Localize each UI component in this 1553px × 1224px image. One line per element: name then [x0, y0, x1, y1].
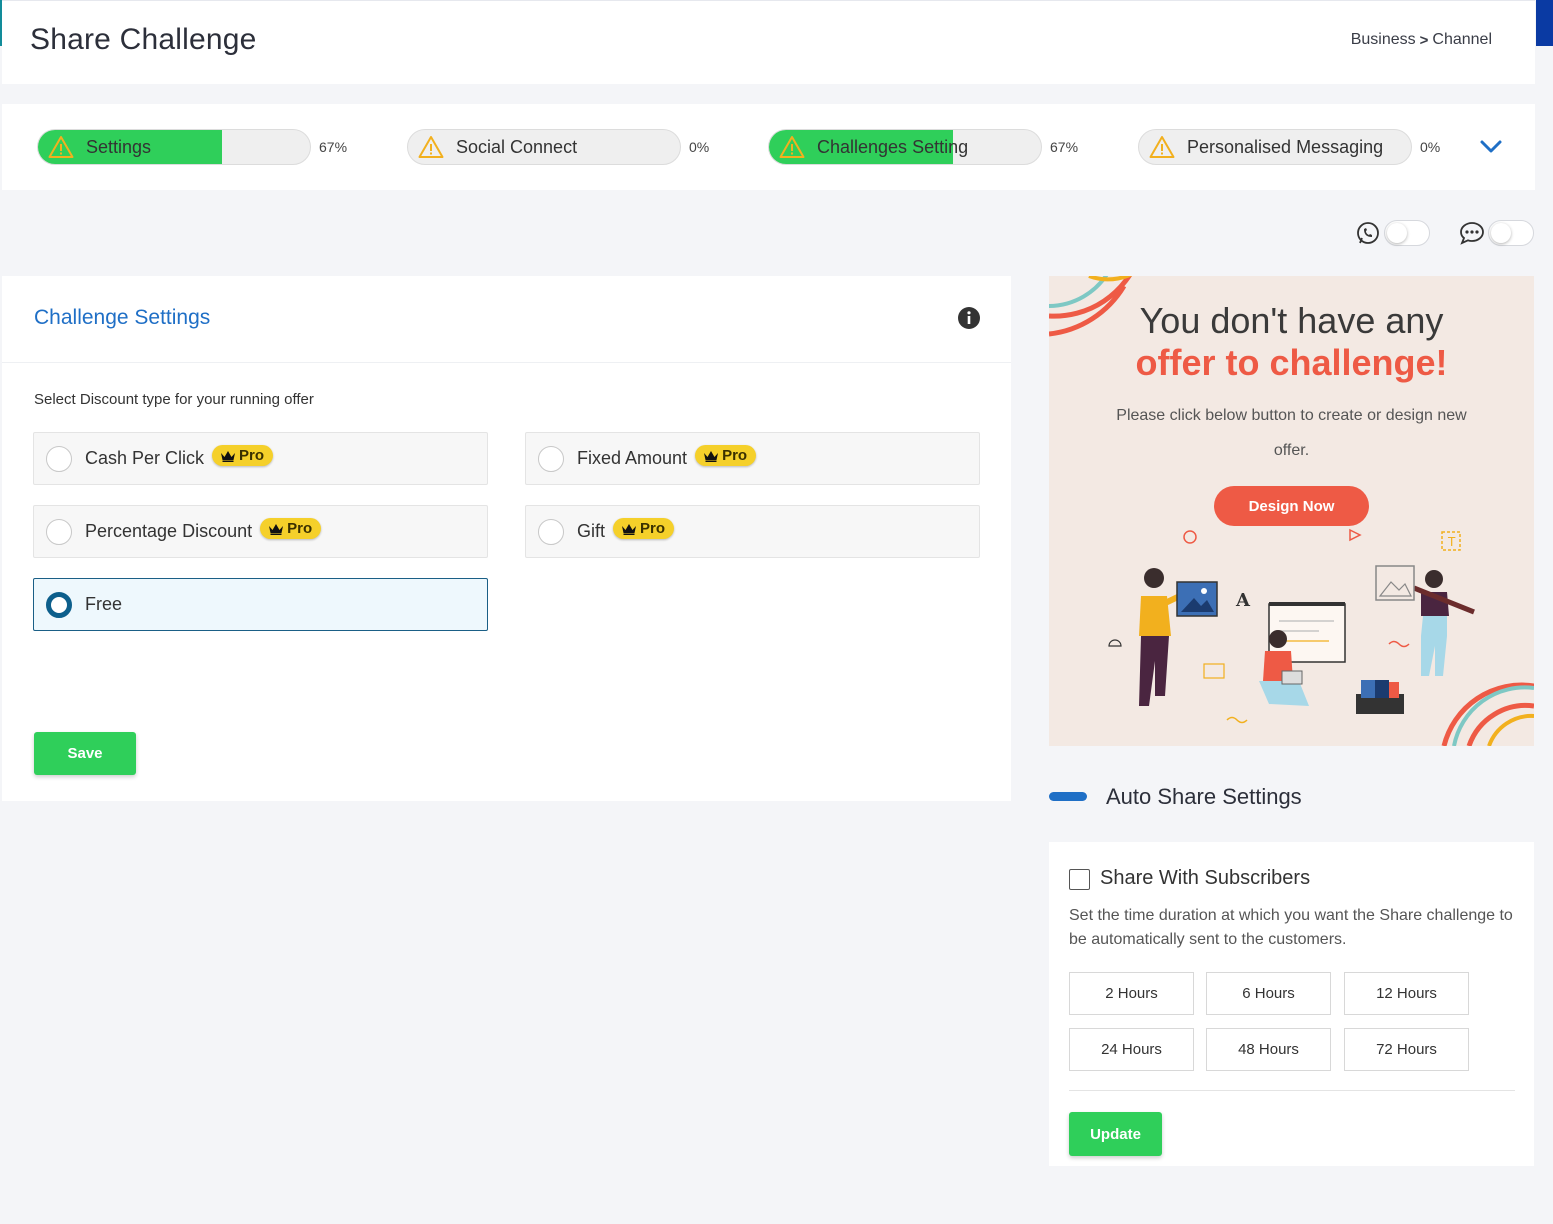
chevron-down-icon[interactable]	[1478, 136, 1504, 156]
share-with-subscribers-checkbox[interactable]	[1069, 869, 1090, 890]
option-label: Cash Per Click	[85, 448, 205, 468]
hours-option-2[interactable]: 2 Hours	[1069, 972, 1194, 1015]
promo-heading: You don't have any	[1139, 300, 1444, 341]
step-percent: 67%	[319, 139, 348, 155]
step-challenges-setting[interactable]: Challenges Setting 67%	[768, 129, 1078, 165]
save-button[interactable]: Save	[34, 732, 136, 775]
crown-icon	[221, 450, 236, 462]
option-label: Percentage Discount	[85, 521, 253, 541]
pro-badge-label: Pro	[239, 447, 265, 464]
share-with-subscribers-label[interactable]: Share With Subscribers	[1100, 867, 1310, 890]
option-free[interactable]: Free	[33, 578, 488, 631]
radio-button[interactable]	[538, 518, 564, 545]
page-title: Share Challenge	[30, 23, 257, 56]
crown-icon	[704, 450, 719, 462]
pro-badge: Pro	[613, 518, 675, 539]
option-label: Gift	[577, 521, 606, 541]
breadcrumb-channel[interactable]: Channel	[1432, 31, 1492, 49]
option-cash-per-click[interactable]: Cash Per Click Pro	[33, 432, 488, 485]
option-gift[interactable]: Gift Pro	[525, 505, 980, 558]
svg-text:A: A	[1235, 590, 1251, 611]
update-button[interactable]: Update	[1069, 1112, 1162, 1156]
setup-progress-strip: Settings 67% Social Connect 0% Challenge…	[2, 104, 1535, 190]
section-accent-bar	[1049, 792, 1087, 801]
whatsapp-icon	[1357, 222, 1379, 244]
pro-badge: Pro	[695, 445, 757, 466]
step-personalised-messaging[interactable]: Personalised Messaging 0%	[1138, 129, 1440, 165]
no-offer-promo: T A You don't have any offer to challeng…	[1049, 276, 1534, 746]
crown-icon	[269, 523, 284, 535]
step-label: Challenges Setting	[817, 136, 969, 157]
hours-option-24[interactable]: 24 Hours	[1069, 1028, 1194, 1071]
step-percent: 0%	[1420, 139, 1441, 155]
radio-button-selected[interactable]	[46, 591, 72, 618]
divider	[1069, 1090, 1515, 1091]
step-label: Settings	[86, 136, 152, 157]
option-label: Free	[85, 594, 123, 614]
warning-icon	[779, 136, 805, 158]
step-label: Personalised Messaging	[1187, 136, 1384, 157]
breadcrumb-business[interactable]: Business	[1351, 31, 1416, 49]
step-label: Social Connect	[456, 136, 578, 157]
breadcrumb: Business > Channel	[1351, 31, 1492, 49]
challenge-settings-card: Challenge Settings Select Discount type …	[2, 276, 1011, 801]
whatsapp-toggle[interactable]	[1384, 220, 1430, 246]
option-fixed-amount[interactable]: Fixed Amount Pro	[525, 432, 980, 485]
warning-icon	[1149, 136, 1175, 158]
pro-badge-label: Pro	[640, 520, 666, 537]
crown-icon	[622, 523, 637, 535]
promo-heading-emphasis: offer to challenge!	[1135, 342, 1448, 383]
hours-option-6[interactable]: 6 Hours	[1206, 972, 1331, 1015]
discount-type-prompt: Select Discount type for your running of…	[34, 391, 314, 408]
share-description: Set the time duration at which you want …	[1069, 907, 1513, 948]
card-title: Challenge Settings	[34, 306, 211, 329]
warning-icon	[48, 136, 74, 158]
radio-button[interactable]	[46, 445, 72, 472]
auto-share-title: Auto Share Settings	[1106, 784, 1302, 809]
divider	[2, 362, 1011, 363]
whatsapp-toggle-group	[1354, 218, 1430, 248]
step-percent: 67%	[1050, 139, 1079, 155]
promo-description: Please click below button to create or d…	[1116, 407, 1467, 459]
option-percentage-discount[interactable]: Percentage Discount Pro	[33, 505, 488, 558]
option-label: Fixed Amount	[577, 448, 688, 468]
hours-option-48[interactable]: 48 Hours	[1206, 1028, 1331, 1071]
hours-option-72[interactable]: 72 Hours	[1344, 1028, 1469, 1071]
step-social-connect[interactable]: Social Connect 0%	[407, 129, 709, 165]
radio-button[interactable]	[46, 518, 72, 545]
design-now-button[interactable]: Design Now	[1214, 486, 1369, 526]
breadcrumb-separator: >	[1419, 31, 1429, 49]
radio-button[interactable]	[538, 445, 564, 472]
warning-icon	[418, 136, 444, 158]
chat-bubble-icon	[1460, 222, 1484, 245]
pro-badge-label: Pro	[287, 520, 313, 537]
step-settings[interactable]: Settings 67%	[37, 129, 347, 165]
auto-share-card: Share With Subscribers Set the time dura…	[1049, 842, 1534, 1166]
info-icon[interactable]	[957, 306, 981, 330]
pro-badge-label: Pro	[722, 447, 748, 464]
pro-badge: Pro	[260, 518, 322, 539]
svg-text:T: T	[1447, 535, 1456, 549]
chat-toggle[interactable]	[1488, 220, 1534, 246]
page-header: Share Challenge Business > Channel	[2, 0, 1535, 84]
header-accent	[1536, 0, 1553, 46]
hours-option-12[interactable]: 12 Hours	[1344, 972, 1469, 1015]
chat-toggle-group	[1458, 218, 1534, 248]
pro-badge: Pro	[212, 445, 274, 466]
step-percent: 0%	[689, 139, 710, 155]
